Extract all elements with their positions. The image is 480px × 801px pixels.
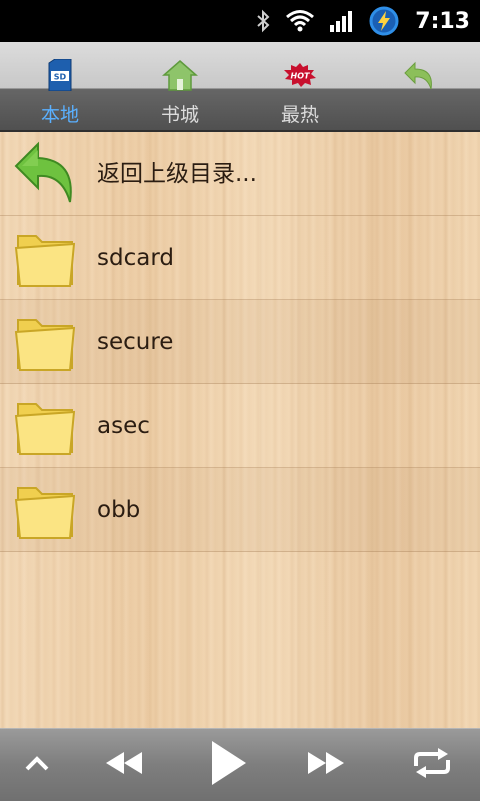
- folder-item-obb[interactable]: obb: [0, 468, 480, 552]
- collapse-button[interactable]: [10, 729, 64, 801]
- tab-bookstore[interactable]: 书城: [120, 42, 240, 130]
- folder-icon: [14, 308, 78, 376]
- folder-item-secure[interactable]: secure: [0, 300, 480, 384]
- folder-icon: [14, 224, 78, 292]
- hot-badge-text: HOT: [291, 72, 310, 81]
- tab-label: 本地: [40, 104, 79, 126]
- battery-charging-icon: [369, 6, 399, 36]
- tab-label: 书城: [160, 104, 199, 126]
- fast-forward-button[interactable]: [294, 729, 358, 801]
- chevron-up-icon: [24, 754, 50, 776]
- fast-forward-icon: [306, 750, 346, 780]
- play-icon: [208, 739, 248, 791]
- player-bar: [0, 728, 480, 801]
- tab-hot[interactable]: HOT 最热: [240, 42, 360, 130]
- signal-icon: [329, 9, 355, 33]
- back-arrow-icon: [14, 140, 78, 208]
- parent-directory-item[interactable]: 返回上级目录...: [0, 132, 480, 216]
- back-arrow-icon: [403, 58, 437, 92]
- folder-icon: [14, 392, 78, 460]
- folder-item-asec[interactable]: asec: [0, 384, 480, 468]
- svg-text:SD: SD: [54, 73, 67, 82]
- tab-label: 最热: [280, 104, 319, 126]
- file-list: 返回上级目录... sdcard secure asec obb: [0, 132, 480, 728]
- folder-item-sdcard[interactable]: sdcard: [0, 216, 480, 300]
- bluetooth-icon: [255, 9, 271, 33]
- tab-local[interactable]: SD 本地: [0, 42, 120, 130]
- list-item-label: obb: [97, 497, 141, 523]
- sd-card-icon: SD: [47, 58, 73, 92]
- back-button[interactable]: [360, 42, 480, 130]
- list-item-label: secure: [97, 329, 174, 355]
- repeat-icon: [410, 748, 454, 782]
- top-tab-bar: SD 本地 书城 HOT 最热: [0, 42, 480, 132]
- list-item-label: sdcard: [97, 245, 174, 271]
- hot-badge-icon: HOT: [283, 58, 317, 92]
- list-item-label: asec: [97, 413, 150, 439]
- list-item-label: 返回上级目录...: [97, 161, 257, 187]
- play-button[interactable]: [196, 729, 260, 801]
- status-bar: 7:13: [0, 0, 480, 42]
- clock: 7:13: [415, 8, 470, 34]
- repeat-button[interactable]: [400, 729, 464, 801]
- wifi-icon: [285, 9, 315, 33]
- rewind-button[interactable]: [92, 729, 156, 801]
- folder-icon: [14, 476, 78, 544]
- home-icon: [162, 58, 198, 92]
- rewind-icon: [104, 750, 144, 780]
